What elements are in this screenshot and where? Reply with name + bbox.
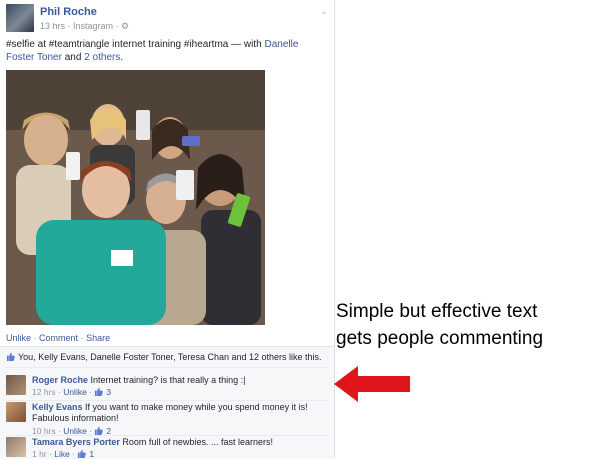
annotation-line-2: gets people commenting <box>336 328 544 349</box>
comment-meta: 12 hrs · Unlike · 3 <box>32 387 112 397</box>
comment-link[interactable]: Comment <box>39 333 78 343</box>
comment-like-link[interactable]: Unlike <box>63 387 87 397</box>
post-time[interactable]: 13 hrs <box>40 21 65 31</box>
audience-icon[interactable]: ⚙ <box>121 21 129 31</box>
comment-body: Roger Roche Internet training? is that r… <box>32 375 328 386</box>
comment-item: Tamara Byers Porter Room full of newbies… <box>6 437 328 459</box>
post-actions: Unlike · Comment · Share <box>6 333 111 343</box>
red-arrow-icon <box>334 366 410 402</box>
comment-body: Tamara Byers Porter Room full of newbies… <box>32 437 328 448</box>
comment-text: Room full of newbies. ... fast learners! <box>122 437 273 447</box>
annotation-callout: Simple but effective text gets people co… <box>336 298 608 352</box>
thumbs-up-icon <box>95 426 104 435</box>
post-text-end: . <box>120 52 124 63</box>
chevron-down-icon[interactable]: ⌄ <box>320 6 328 17</box>
divider <box>6 367 328 368</box>
post-header: Phil Roche 13 hrs · Instagram · ⚙ ⌄ <box>6 4 328 34</box>
commenter-name[interactable]: Roger Roche <box>32 375 88 385</box>
post-text-and: and <box>61 52 85 63</box>
share-link[interactable]: Share <box>86 333 110 343</box>
post-text-body: #selfie at #teamtriangle internet traini… <box>6 39 265 50</box>
author-name[interactable]: Phil Roche <box>40 6 97 18</box>
post-meta: 13 hrs · Instagram · ⚙ <box>40 21 130 31</box>
annotation-line-1: Simple but effective text <box>336 301 538 322</box>
comment-item: Kelly Evans If you want to make money wh… <box>6 402 328 436</box>
thumbs-up-icon <box>95 387 104 396</box>
facebook-post: Phil Roche 13 hrs · Instagram · ⚙ ⌄ #sel… <box>0 0 335 459</box>
commenter-avatar[interactable] <box>6 402 26 422</box>
unlike-link[interactable]: Unlike <box>6 333 31 343</box>
author-avatar[interactable] <box>6 4 34 32</box>
comment-body: Kelly Evans If you want to make money wh… <box>32 402 328 424</box>
commenter-avatar[interactable] <box>6 375 26 395</box>
comment-time[interactable]: 12 hrs <box>32 387 56 397</box>
comment-like-count[interactable]: 3 <box>106 387 111 397</box>
post-photo[interactable] <box>6 70 265 325</box>
commenter-name[interactable]: Kelly Evans <box>32 402 83 412</box>
post-text: #selfie at #teamtriangle internet traini… <box>6 38 328 64</box>
divider <box>6 400 328 401</box>
likes-summary[interactable]: You, Kelly Evans, Danelle Foster Toner, … <box>6 352 322 362</box>
commenter-name[interactable]: Tamara Byers Porter <box>32 437 120 447</box>
post-source[interactable]: Instagram <box>73 21 113 31</box>
comments-section: You, Kelly Evans, Danelle Foster Toner, … <box>0 346 334 459</box>
divider <box>6 435 328 436</box>
comment-item: Roger Roche Internet training? is that r… <box>6 375 328 399</box>
likes-text: You, Kelly Evans, Danelle Foster Toner, … <box>18 352 322 362</box>
comment-text: Internet training? is that really a thin… <box>90 375 246 385</box>
selfie-photo-illustration <box>6 70 265 325</box>
tagged-others-link[interactable]: 2 others <box>84 52 120 63</box>
commenter-avatar[interactable] <box>6 437 26 457</box>
thumbs-up-icon <box>78 449 87 458</box>
thumbs-up-icon <box>6 352 15 361</box>
